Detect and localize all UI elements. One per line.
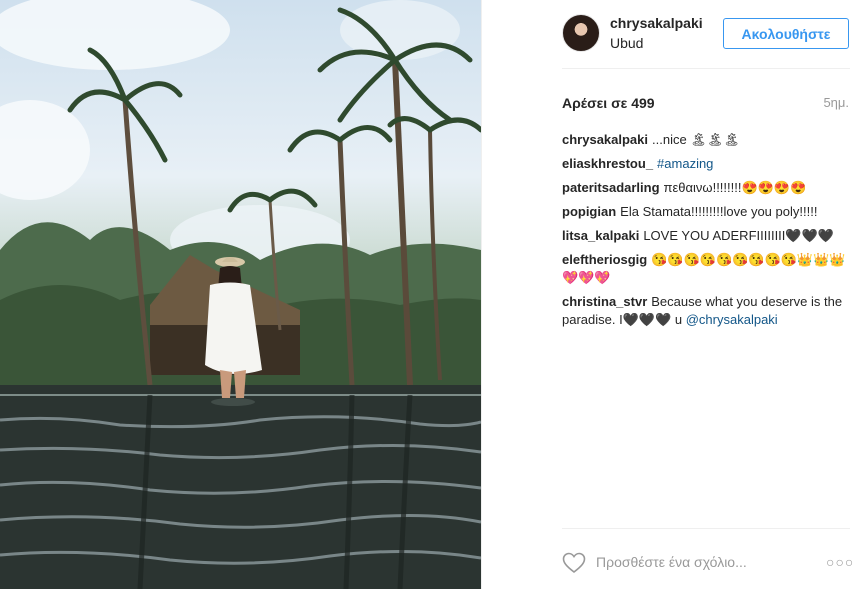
more-options-icon[interactable]: ○○○ (826, 555, 853, 569)
hashtag-link[interactable]: #amazing (657, 156, 713, 171)
comment-text: LOVE YOU ADERFIIIIIIII🖤🖤🖤 (643, 228, 834, 243)
comment-user[interactable]: eleftheriosgig (562, 252, 647, 267)
comments-list: chrysakalpaki ...nice 🏝🏝🏝 eliaskhrestou_ #… (562, 131, 852, 335)
comment-user[interactable]: eliaskhrestou_ (562, 156, 653, 171)
comment-user[interactable]: pateritsadarling (562, 180, 660, 195)
likes-count[interactable]: Αρέσει σε 499 (562, 95, 655, 111)
footer-divider (562, 528, 850, 529)
heart-outline-icon[interactable] (562, 552, 586, 574)
comment-item: popigian Ela Stamata!!!!!!!!!love you pol… (562, 203, 852, 221)
comment-item: eliaskhrestou_ #amazing (562, 155, 852, 173)
comment-user[interactable]: popigian (562, 204, 616, 219)
post-side-panel: chrysakalpaki Ubud Ακολουθήστε Αρέσει σε… (482, 0, 867, 589)
comment-input[interactable] (596, 550, 816, 574)
comment-user[interactable]: litsa_kalpaki (562, 228, 639, 243)
post-header: chrysakalpaki Ubud Ακολουθήστε (482, 0, 867, 68)
comment-item: eleftheriosgig 😘😘😘😘😘😘😘😘😘👑👑👑💖💖💖 (562, 251, 852, 287)
avatar[interactable] (562, 14, 600, 52)
comment-user[interactable]: chrysakalpaki (562, 132, 648, 147)
instagram-post: chrysakalpaki Ubud Ακολουθήστε Αρέσει σε… (0, 0, 867, 589)
post-photo-illustration (0, 0, 481, 589)
comment-text: Ela Stamata!!!!!!!!!love you poly!!!!! (620, 204, 818, 219)
comment-item: litsa_kalpaki LOVE YOU ADERFIIIIIIII🖤🖤🖤 (562, 227, 852, 245)
follow-button[interactable]: Ακολουθήστε (723, 18, 849, 49)
comment-item: christina_stvr Because what you deserve i… (562, 293, 852, 329)
comment-text: ...nice 🏝🏝🏝 (652, 132, 740, 147)
comment-user[interactable]: christina_stvr (562, 294, 647, 309)
post-photo[interactable] (0, 0, 481, 589)
post-location[interactable]: Ubud (610, 35, 643, 51)
comment-text: πεθαινω!!!!!!!!😍😍😍😍 (663, 180, 807, 195)
post-time[interactable]: 5ημ. (823, 95, 849, 110)
mention-link[interactable]: @chrysakalpaki (686, 312, 778, 327)
comment-item: chrysakalpaki ...nice 🏝🏝🏝 (562, 131, 852, 149)
header-divider (562, 68, 850, 69)
comment-item: pateritsadarling πεθαινω!!!!!!!!😍😍😍😍 (562, 179, 852, 197)
author-username[interactable]: chrysakalpaki (610, 15, 703, 31)
